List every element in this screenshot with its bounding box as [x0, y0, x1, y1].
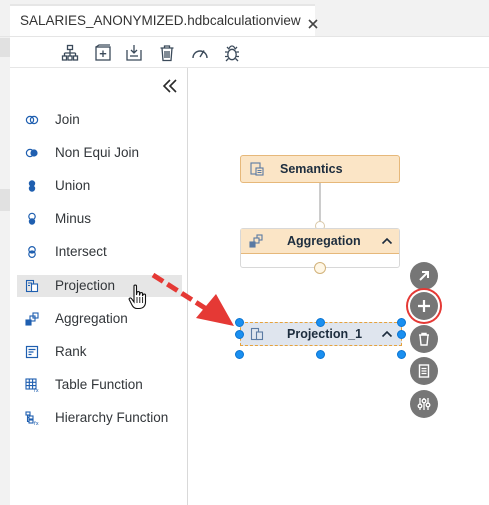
details-icon	[418, 364, 430, 378]
aggregation-input-port[interactable]	[313, 261, 327, 275]
settings-icon	[417, 398, 431, 410]
node-details-button[interactable]	[410, 357, 438, 385]
hand-cursor-icon	[128, 284, 147, 310]
node-title: Semantics	[280, 162, 343, 176]
resize-handle[interactable]	[316, 350, 325, 359]
semantics-node[interactable]: Semantics	[240, 155, 400, 183]
semantics-icon	[250, 162, 264, 176]
chevron-up-icon[interactable]	[380, 327, 394, 341]
node-title: Projection_1	[287, 327, 363, 341]
node-settings-button[interactable]	[410, 390, 438, 418]
delete-icon	[419, 332, 429, 346]
resize-handle[interactable]	[316, 318, 325, 327]
add-icon	[418, 300, 430, 312]
open-node-button[interactable]	[410, 262, 438, 290]
aggregation-node-header: Aggregation	[241, 229, 399, 254]
resize-handle[interactable]	[235, 350, 244, 359]
resize-handle[interactable]	[397, 330, 406, 339]
projection-icon	[250, 327, 264, 341]
drag-arrow-callout	[151, 272, 234, 326]
node-title: Aggregation	[287, 234, 361, 248]
add-node-button[interactable]	[410, 292, 438, 320]
resize-handle[interactable]	[397, 350, 406, 359]
resize-handle[interactable]	[397, 318, 406, 327]
aggregation-icon	[249, 234, 263, 248]
open-icon	[419, 271, 429, 281]
delete-node-button[interactable]	[410, 325, 438, 353]
chevron-up-icon[interactable]	[380, 234, 394, 248]
